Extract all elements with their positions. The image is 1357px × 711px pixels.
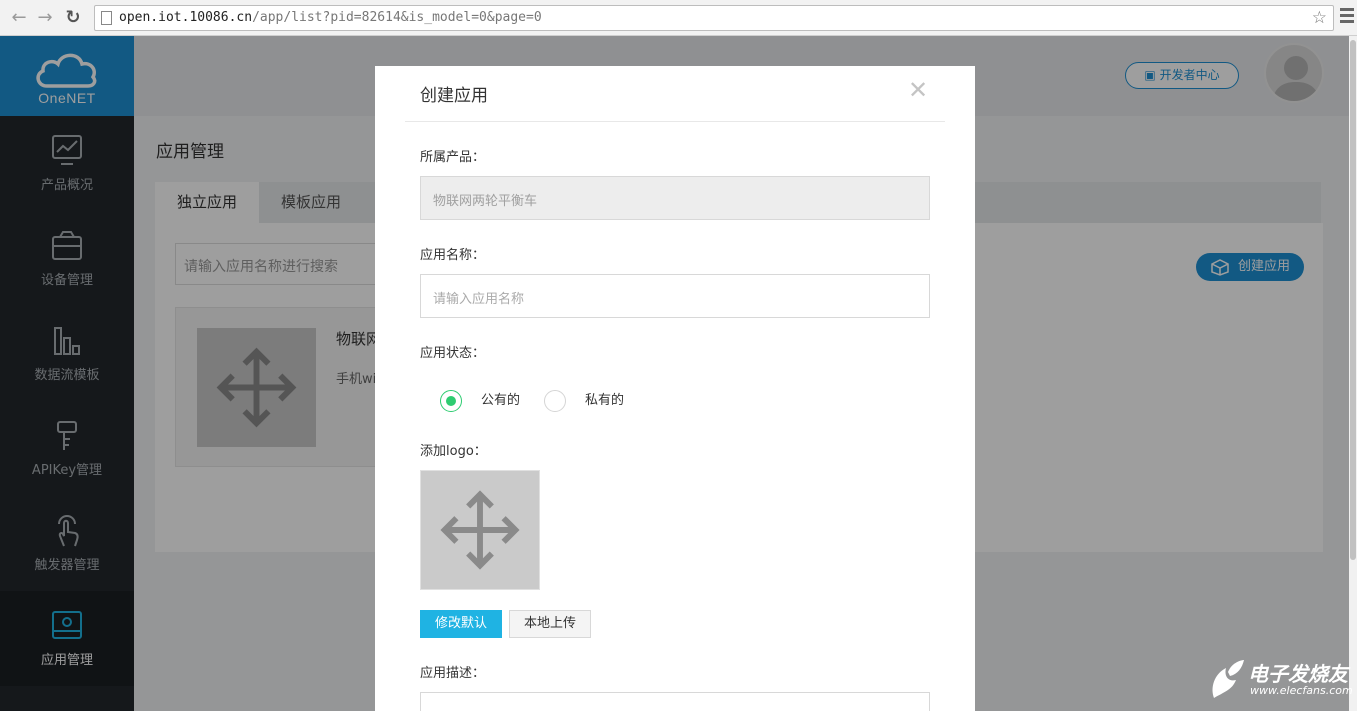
app-status-label: 应用状态： [420,346,486,361]
watermark-text: 电子发烧友 [1248,662,1348,686]
modal-divider [405,121,945,122]
radio-private-label[interactable]: 私有的 [585,390,624,412]
radio-public-label[interactable]: 公有的 [481,390,520,412]
watermark: 电子发烧友 www.elecfans.com [1208,656,1353,702]
radio-private[interactable] [544,390,566,412]
app-desc-label: 应用描述： [420,666,486,681]
app-name-label: 应用名称： [420,248,486,263]
close-icon[interactable]: ✕ [908,78,928,102]
url-text: open.iot.10086.cn/app/list?pid=82614&is_… [119,10,542,25]
logo-preview [420,470,540,590]
product-label: 所属产品： [420,150,486,165]
move-arrows-icon [440,490,520,570]
watermark-url: www.elecfans.com [1250,684,1353,697]
reload-icon[interactable]: ↻ [62,7,84,29]
radio-public[interactable] [440,390,462,412]
back-arrow-icon[interactable]: ← [8,7,30,29]
app-name-input[interactable]: 请输入应用名称 [420,274,930,318]
browser-menu-icon[interactable] [1340,8,1354,28]
watermark-logo-icon [1212,660,1244,698]
local-upload-button[interactable]: 本地上传 [509,610,591,638]
create-app-modal: 创建应用 ✕ 所属产品： 物联网两轮平衡车 应用名称： 请输入应用名称 应用状态… [375,66,975,711]
page-icon [101,11,112,25]
modify-default-logo-button[interactable]: 修改默认 [420,610,502,638]
logo-label: 添加logo： [420,444,487,459]
page-scrollbar[interactable] [1349,36,1357,711]
product-field: 物联网两轮平衡车 [420,176,930,220]
address-bar[interactable]: open.iot.10086.cn/app/list?pid=82614&is_… [94,5,1334,31]
bookmark-star-icon[interactable]: ☆ [1312,8,1327,28]
modal-title: 创建应用 [420,86,488,106]
app-desc-input[interactable] [420,692,930,711]
scrollbar-thumb[interactable] [1350,40,1356,560]
browser-toolbar: ← → ↻ open.iot.10086.cn/app/list?pid=826… [0,0,1357,36]
forward-arrow-icon[interactable]: → [34,7,56,29]
